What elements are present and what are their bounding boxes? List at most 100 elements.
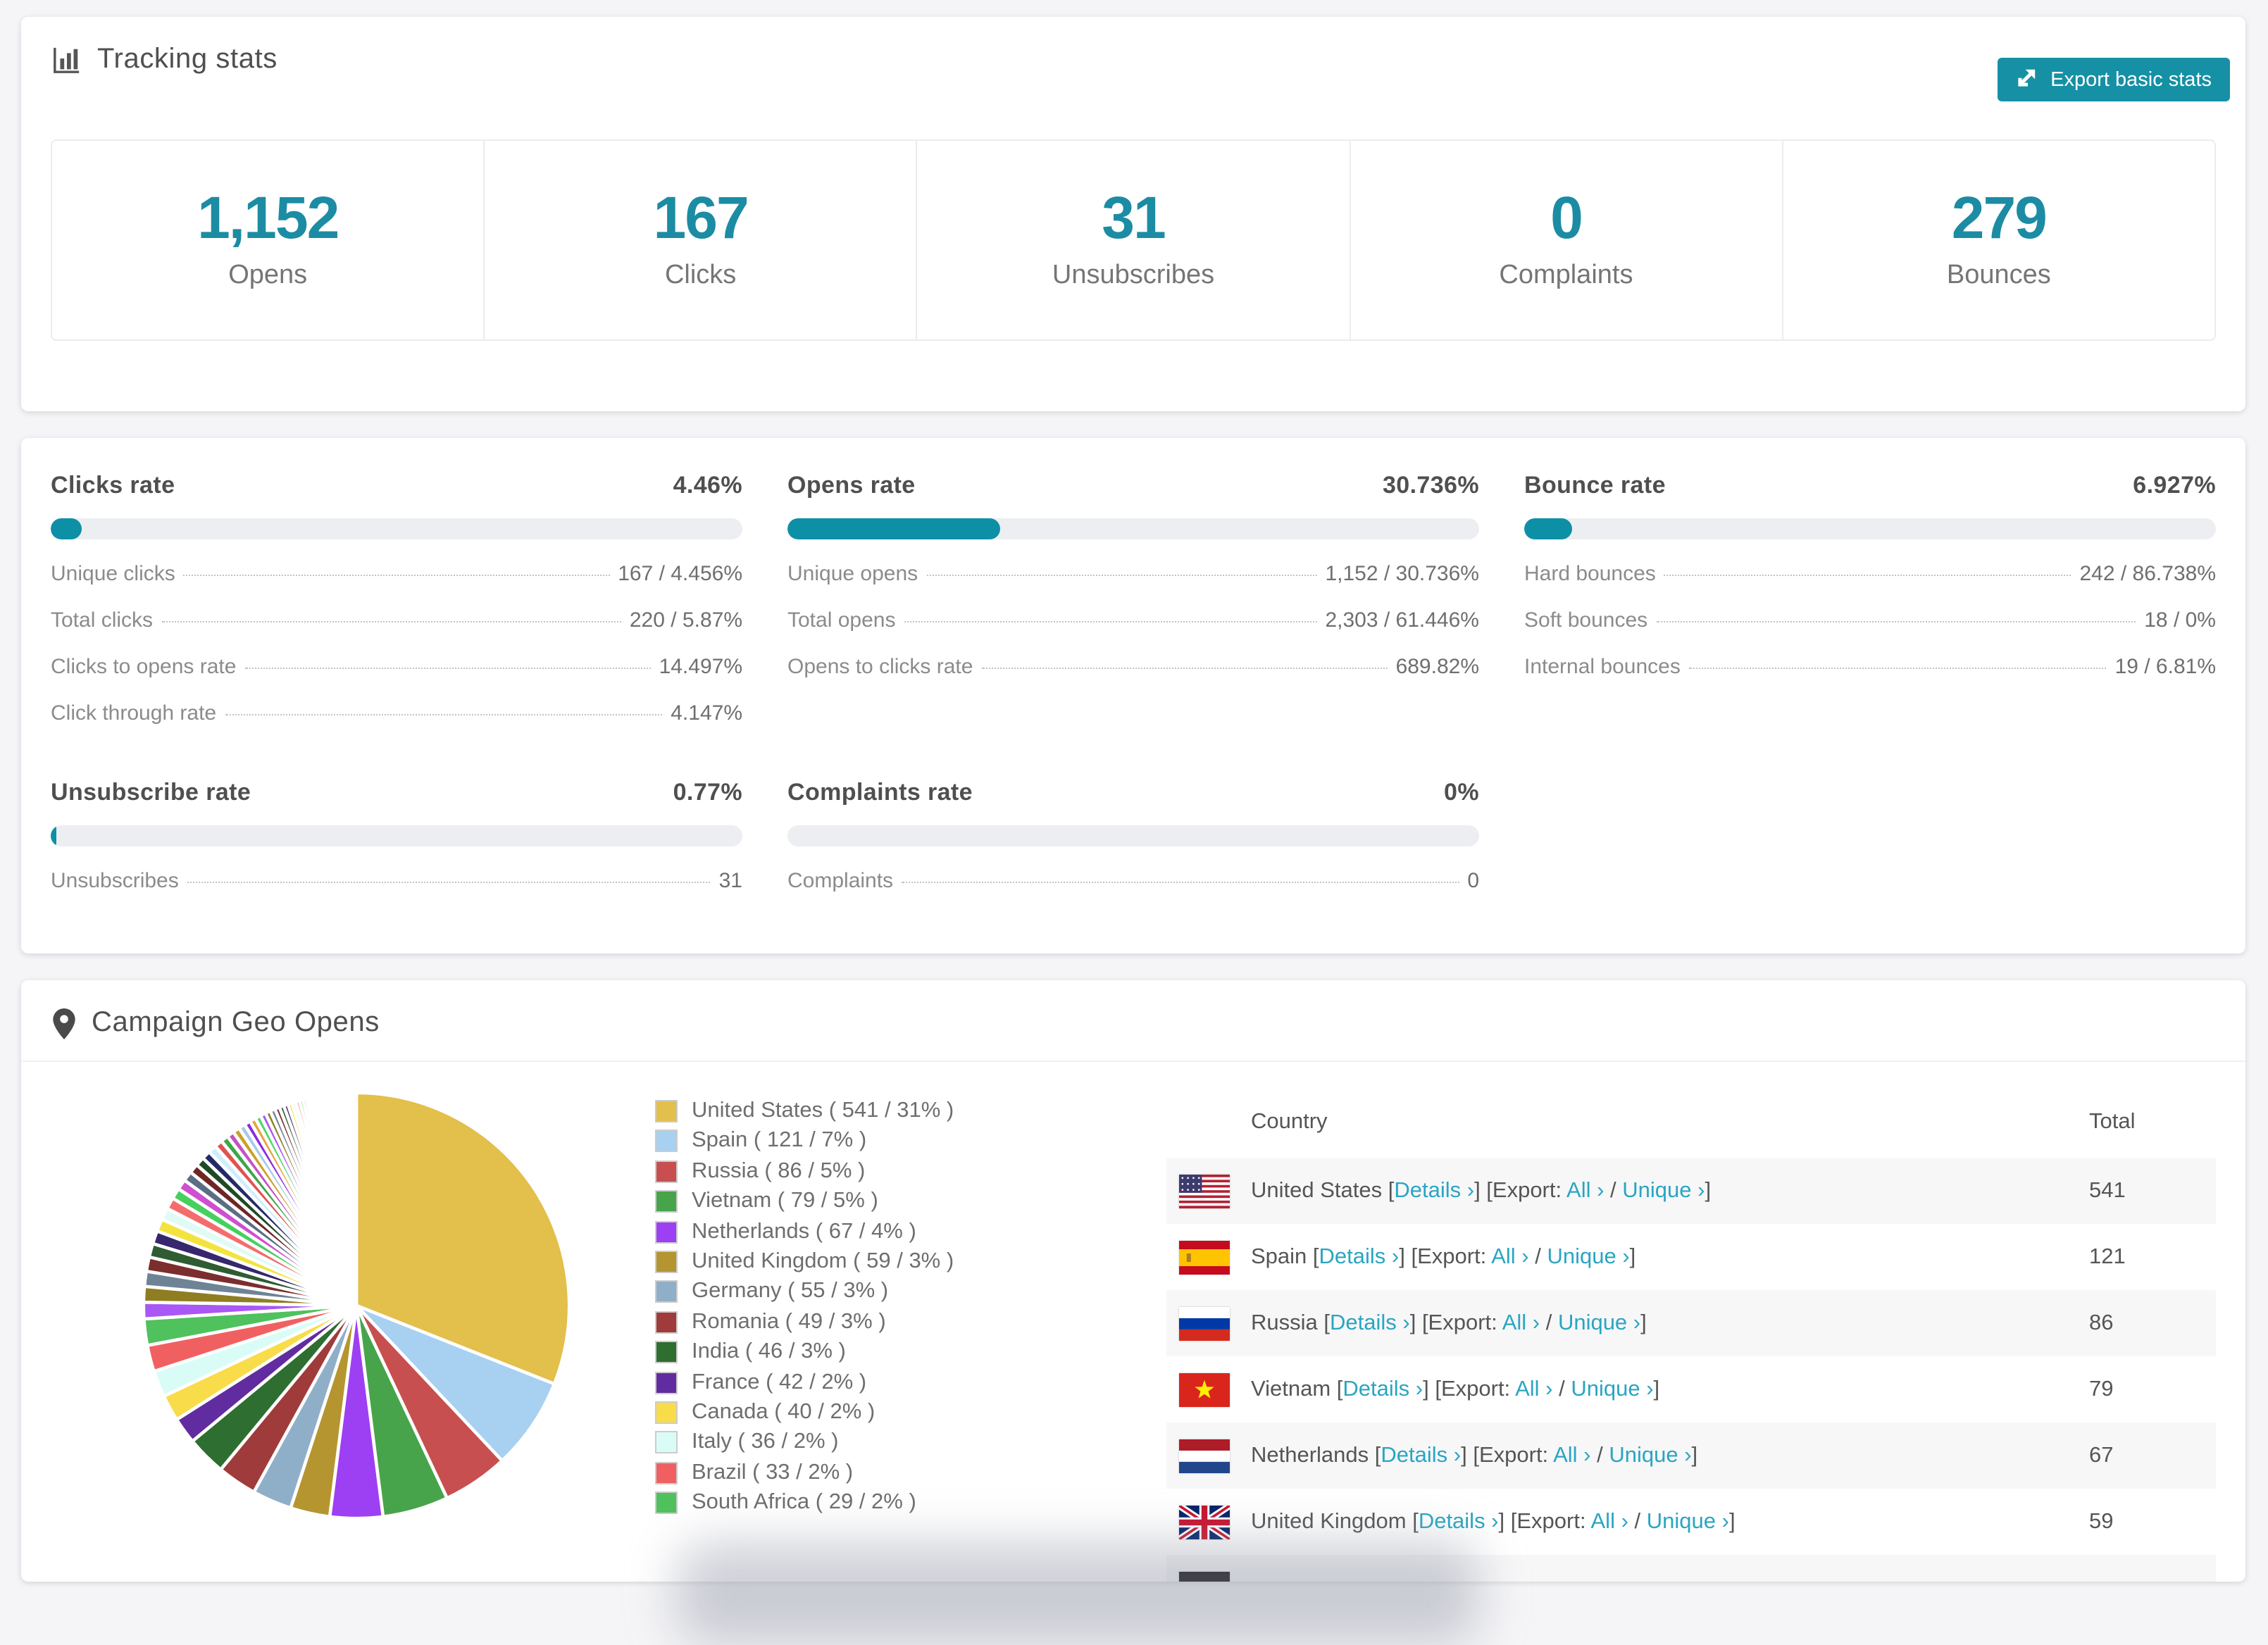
card-title-geo: Campaign Geo Opens bbox=[92, 1007, 380, 1038]
legend-swatch bbox=[655, 1341, 678, 1364]
rate-detail-value: 220 / 5.87% bbox=[629, 608, 742, 632]
legend-swatch bbox=[655, 1461, 678, 1484]
legend-swatch bbox=[655, 1371, 678, 1394]
legend-label: Germany ( 55 / 3% ) bbox=[692, 1279, 889, 1303]
rate-detail-value: 31 bbox=[718, 869, 742, 893]
rate-value: 4.46% bbox=[673, 472, 742, 499]
rate-detail-label: Opens to clicks rate bbox=[787, 655, 973, 679]
rate-title-row: Clicks rate 4.46% bbox=[51, 472, 742, 500]
stat-label: Opens bbox=[228, 261, 308, 290]
rate-detail-row: Unique clicks 167 / 4.456% bbox=[51, 562, 742, 586]
tracking-stats-header: Tracking stats Export basic stats bbox=[21, 17, 2245, 101]
pie-slice-other bbox=[354, 1091, 359, 1306]
stat-box: 279 Bounces bbox=[1781, 141, 2214, 339]
legend-label: India ( 46 / 3% ) bbox=[692, 1339, 846, 1364]
rate-detail-row: Clicks to opens rate 14.497% bbox=[51, 655, 742, 679]
rate-block: Complaints rate 0% Complaints 0 bbox=[787, 779, 1479, 893]
rate-rows: Unique clicks 167 / 4.456% Total clicks 220… bbox=[51, 562, 742, 725]
legend-swatch bbox=[655, 1190, 678, 1213]
country-cell: United States [Details ›] [Export: All ›… bbox=[1251, 1178, 1712, 1202]
rate-title: Complaints rate bbox=[787, 779, 973, 806]
details-link[interactable]: Details › bbox=[1342, 1377, 1423, 1401]
column-header-country: Country bbox=[1251, 1110, 1328, 1134]
rate-value: 6.927% bbox=[2133, 472, 2216, 499]
progress-bar bbox=[787, 825, 1479, 846]
rate-detail-row: Unsubscribes 31 bbox=[51, 869, 742, 893]
stat-label: Complaints bbox=[1499, 261, 1633, 290]
legend-swatch bbox=[655, 1431, 678, 1454]
dotted-leader bbox=[225, 714, 663, 715]
flag-nl-icon bbox=[1179, 1439, 1230, 1472]
country-cell: Netherlands [Details ›] [Export: All › /… bbox=[1251, 1443, 1698, 1467]
rate-detail-label: Total opens bbox=[787, 608, 896, 632]
rate-detail-label: Unsubscribes bbox=[51, 869, 179, 893]
dotted-leader bbox=[1688, 668, 2107, 669]
card-title-tracking: Tracking stats bbox=[97, 44, 278, 75]
dotted-leader bbox=[244, 668, 651, 669]
export-unique-link[interactable]: Unique › bbox=[1571, 1377, 1653, 1401]
stat-label: Unsubscribes bbox=[1052, 261, 1215, 290]
flag-gb-icon bbox=[1179, 1505, 1230, 1539]
tracking-stats-card: Tracking stats Export basic stats 1,152 O… bbox=[21, 17, 2245, 411]
total-cell: 79 bbox=[2089, 1377, 2114, 1401]
rates-grid: Clicks rate 4.46% Unique clicks 167 / 4.456… bbox=[51, 472, 2216, 893]
table-row: United States [Details ›] [Export: All ›… bbox=[1166, 1158, 2216, 1224]
export-all-link[interactable]: All › bbox=[1502, 1311, 1540, 1334]
export-icon bbox=[2015, 65, 2039, 94]
progress-bar-fill bbox=[51, 518, 82, 539]
rate-detail-value: 2,303 / 61.446% bbox=[1325, 608, 1479, 632]
country-name: Spain bbox=[1251, 1244, 1313, 1268]
details-link[interactable]: Details › bbox=[1319, 1244, 1400, 1268]
legend-label: South Africa ( 29 / 2% ) bbox=[692, 1490, 916, 1515]
export-all-link[interactable]: All › bbox=[1566, 1178, 1604, 1202]
stats-summary-group: 1,152 Opens 167 Clicks 31 Unsubscribes 0 Compla… bbox=[51, 139, 2216, 341]
rate-value: 30.736% bbox=[1382, 472, 1479, 499]
rate-detail-value: 0 bbox=[1467, 869, 1479, 893]
details-link[interactable]: Details › bbox=[1330, 1311, 1410, 1334]
details-link[interactable]: Details › bbox=[1419, 1509, 1499, 1533]
legend-item: Canada ( 40 / 2% ) bbox=[655, 1400, 954, 1424]
export-unique-link[interactable]: Unique › bbox=[1558, 1311, 1640, 1334]
rate-rows: Hard bounces 242 / 86.738% Soft bounces 18 … bbox=[1524, 562, 2216, 679]
rate-detail-row: Soft bounces 18 / 0% bbox=[1524, 608, 2216, 632]
rate-title-row: Opens rate 30.736% bbox=[787, 472, 1479, 500]
progress-bar bbox=[51, 518, 742, 539]
table-row: Netherlands [Details ›] [Export: All › /… bbox=[1166, 1422, 2216, 1489]
dotted-leader bbox=[1656, 621, 2136, 623]
stat-value: 31 bbox=[1102, 184, 1166, 251]
rate-block: Opens rate 30.736% Unique opens 1,152 / 30.… bbox=[787, 472, 1479, 725]
stat-value: 0 bbox=[1550, 184, 1583, 251]
flag-us-icon bbox=[1179, 1174, 1230, 1208]
stat-label: Clicks bbox=[664, 261, 737, 290]
pie-legend: United States ( 541 / 31% ) Spain ( 121 /… bbox=[655, 1099, 954, 1515]
export-basic-stats-button[interactable]: Export basic stats bbox=[1997, 58, 2230, 101]
legend-label: Vietnam ( 79 / 5% ) bbox=[692, 1189, 878, 1213]
rate-detail-row: Hard bounces 242 / 86.738% bbox=[1524, 562, 2216, 586]
details-link[interactable]: Details › bbox=[1381, 1443, 1461, 1467]
export-all-link[interactable]: All › bbox=[1491, 1244, 1528, 1268]
legend-swatch bbox=[655, 1220, 678, 1244]
export-unique-link[interactable]: Unique › bbox=[1622, 1178, 1705, 1202]
rate-detail-value: 242 / 86.738% bbox=[2079, 562, 2217, 586]
export-all-link[interactable]: All › bbox=[1591, 1509, 1628, 1533]
legend-item: Netherlands ( 67 / 4% ) bbox=[655, 1219, 954, 1244]
details-link[interactable]: Details › bbox=[1394, 1178, 1474, 1202]
legend-swatch bbox=[655, 1280, 678, 1303]
export-all-link[interactable]: All › bbox=[1553, 1443, 1590, 1467]
legend-item: Italy ( 36 / 2% ) bbox=[655, 1430, 954, 1454]
stat-box: 167 Clicks bbox=[483, 141, 916, 339]
export-unique-link[interactable]: Unique › bbox=[1609, 1443, 1691, 1467]
dotted-leader bbox=[183, 575, 610, 576]
export-unique-link[interactable]: Unique › bbox=[1547, 1244, 1629, 1268]
legend-swatch bbox=[655, 1250, 678, 1273]
legend-item: Romania ( 49 / 3% ) bbox=[655, 1309, 954, 1334]
stat-box: 31 Unsubscribes bbox=[916, 141, 1349, 339]
country-name: United Kingdom bbox=[1251, 1509, 1413, 1533]
export-all-link[interactable]: All › bbox=[1515, 1377, 1552, 1401]
export-unique-link[interactable]: Unique › bbox=[1647, 1509, 1729, 1533]
total-cell: 121 bbox=[2089, 1244, 2126, 1268]
rate-detail-row: Total opens 2,303 / 61.446% bbox=[787, 608, 1479, 632]
legend-label: France ( 42 / 2% ) bbox=[692, 1370, 867, 1394]
geo-opens-header: Campaign Geo Opens bbox=[21, 980, 2245, 1039]
rate-title-row: Unsubscribe rate 0.77% bbox=[51, 779, 742, 807]
